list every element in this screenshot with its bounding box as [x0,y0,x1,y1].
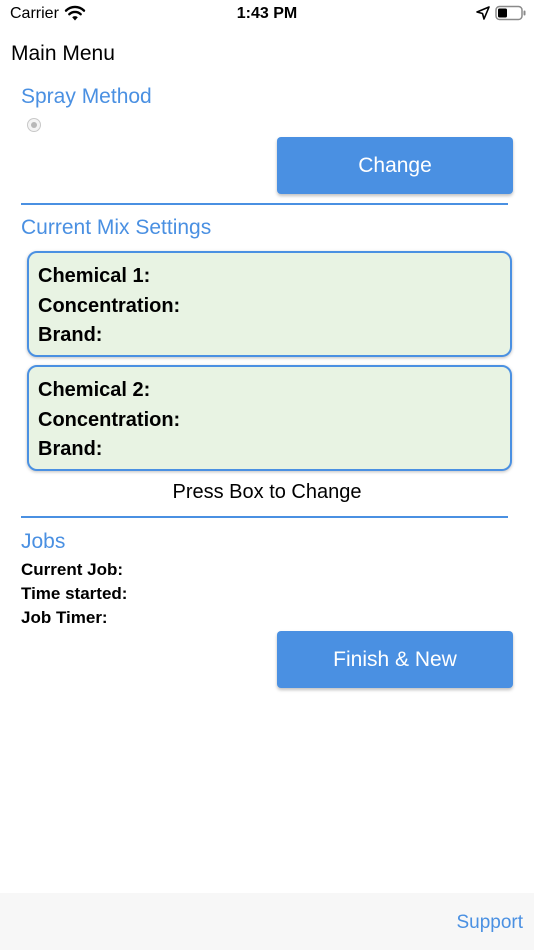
chemical-2-box[interactable]: Chemical 2: Concentration: Brand: [27,365,512,471]
job-timer-label: Job Timer: [21,608,108,627]
time-started-label: Time started: [21,584,128,603]
spray-method-radio[interactable] [27,118,41,132]
status-bar: Carrier 1:43 PM [0,0,534,30]
chemical-2-brand: Brand: [38,438,103,460]
chemical-1-brand: Brand: [38,324,103,346]
current-mix-title: Current Mix Settings [21,216,212,239]
page-title: Main Menu [11,42,115,65]
status-time: 1:43 PM [236,5,298,22]
spray-method-title: Spray Method [21,85,152,108]
current-job-label: Current Job: [21,560,123,579]
change-spray-method-button[interactable]: Change [277,137,513,194]
chemical-2-concentration: Concentration: [38,408,181,431]
jobs-title: Jobs [21,530,66,553]
chemical-1-box[interactable]: Chemical 1: Concentration: Brand: [27,251,512,357]
press-box-hint: Press Box to Change [172,481,362,503]
chemical-2-label: Chemical 2: [38,379,151,401]
support-link[interactable]: Support [456,912,523,934]
location-icon [476,6,490,20]
section-divider [21,203,508,205]
section-divider [21,516,508,518]
chemical-1-concentration: Concentration: [38,294,181,317]
finish-new-button[interactable]: Finish & New [277,631,513,688]
battery-icon [495,5,526,21]
chemical-1-label: Chemical 1: [38,265,151,287]
bottom-toolbar: Support [0,893,534,950]
